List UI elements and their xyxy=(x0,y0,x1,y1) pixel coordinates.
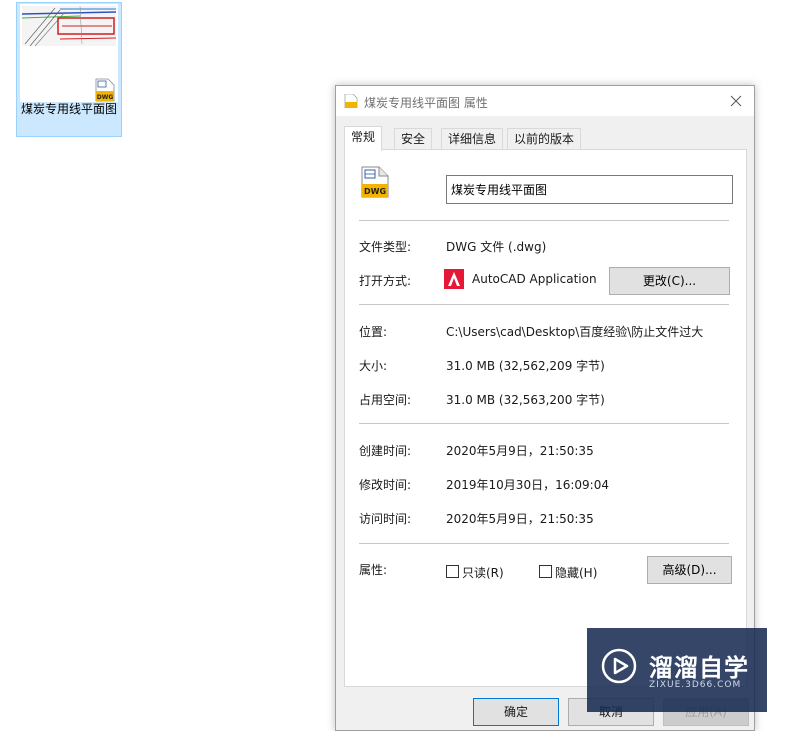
play-logo-icon xyxy=(601,648,637,684)
dwg-file-icon xyxy=(344,93,358,109)
size-on-disk-label: 占用空间: xyxy=(359,393,412,407)
file-name-input[interactable] xyxy=(446,175,733,204)
dwg-file-icon: DWG xyxy=(359,166,391,198)
desktop-file-icon[interactable]: DWG 煤炭专用线平面图 xyxy=(16,2,122,137)
watermark: 溜溜自学 ZIXUE.3D66.COM xyxy=(587,628,767,712)
size-label: 大小: xyxy=(359,359,388,373)
tab-security[interactable]: 安全 xyxy=(394,128,433,150)
accessed-value: 2020年5月9日，21:50:35 xyxy=(446,512,594,526)
close-button[interactable] xyxy=(718,86,754,116)
change-button[interactable]: 更改(C)... xyxy=(609,267,730,295)
hidden-checkbox[interactable] xyxy=(539,565,552,578)
general-panel: DWG 文件类型: DWG 文件 (.dwg) 打开方式: AutoCAD Ap… xyxy=(344,149,747,687)
location-value: C:\Users\cad\Desktop\百度经验\防止文件过大 xyxy=(446,325,704,339)
created-value: 2020年5月9日，21:50:35 xyxy=(446,444,594,458)
hidden-label: 隐藏(H) xyxy=(555,566,598,580)
created-label: 创建时间: xyxy=(359,444,412,458)
advanced-button[interactable]: 高级(D)... xyxy=(647,556,732,584)
dwg-badge-text: DWG xyxy=(97,94,114,101)
file-thumbnail: DWG xyxy=(20,4,118,102)
accessed-label: 访问时间: xyxy=(359,512,412,526)
close-icon xyxy=(730,95,742,107)
divider xyxy=(359,543,729,544)
file-type-value: DWG 文件 (.dwg) xyxy=(446,240,547,254)
ok-button[interactable]: 确定 xyxy=(473,698,559,726)
location-label: 位置: xyxy=(359,325,388,339)
modified-value: 2019年10月30日，16:09:04 xyxy=(446,478,609,492)
tab-details[interactable]: 详细信息 xyxy=(441,128,504,150)
attributes-label: 属性: xyxy=(359,563,388,577)
open-with-value: AutoCAD Application xyxy=(472,272,597,286)
divider xyxy=(359,423,729,424)
watermark-subtitle: ZIXUE.3D66.COM xyxy=(649,680,742,690)
size-on-disk-value: 31.0 MB (32,563,200 字节) xyxy=(446,393,605,407)
dwg-badge-icon: DWG xyxy=(94,78,116,102)
readonly-label: 只读(R) xyxy=(462,566,504,580)
dwg-icon-text: DWG xyxy=(364,187,386,196)
tab-previous-versions[interactable]: 以前的版本 xyxy=(507,128,582,150)
modified-label: 修改时间: xyxy=(359,478,412,492)
file-type-label: 文件类型: xyxy=(359,240,412,254)
desktop-file-label: 煤炭专用线平面图 xyxy=(20,102,117,116)
title-bar[interactable]: 煤炭专用线平面图 属性 xyxy=(336,86,754,116)
divider xyxy=(359,220,729,221)
divider xyxy=(359,304,729,305)
dialog-title: 煤炭专用线平面图 属性 xyxy=(364,96,488,110)
readonly-checkbox[interactable] xyxy=(446,565,459,578)
tab-general[interactable]: 常规 xyxy=(344,126,383,151)
autocad-icon xyxy=(444,269,464,289)
watermark-title: 溜溜自学 xyxy=(649,654,749,682)
open-with-label: 打开方式: xyxy=(359,274,412,288)
size-value: 31.0 MB (32,562,209 字节) xyxy=(446,359,605,373)
